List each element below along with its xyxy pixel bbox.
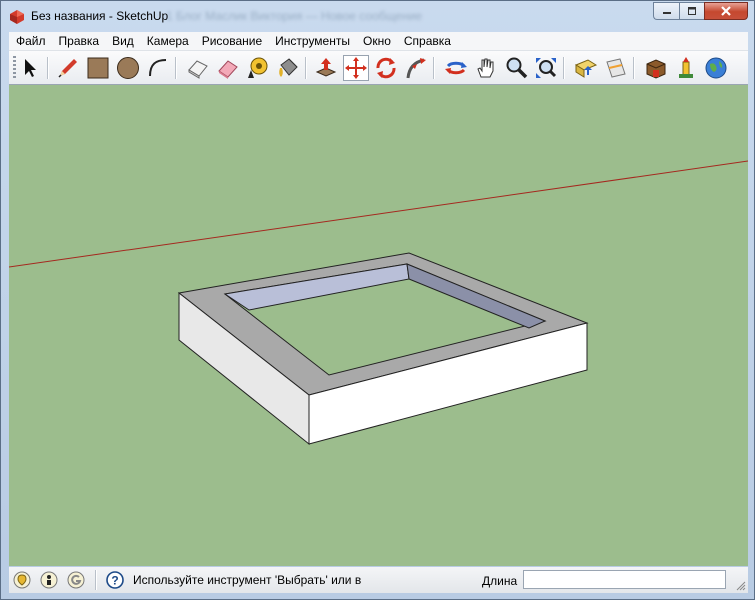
circle-tool-button[interactable] xyxy=(115,55,141,81)
eraser-pink-icon xyxy=(218,60,238,79)
section-plane-icon xyxy=(606,58,626,78)
select-tool-button[interactable] xyxy=(17,55,43,81)
tape-measure-icon xyxy=(248,57,268,78)
eraser-tool-button[interactable] xyxy=(215,55,241,81)
rectangle-tool-button[interactable] xyxy=(85,55,111,81)
svg-text:?: ? xyxy=(111,574,118,588)
orbit-icon xyxy=(445,61,467,75)
geolocation-icon[interactable] xyxy=(13,571,31,589)
rectangle-icon xyxy=(87,57,109,79)
earth-icon xyxy=(705,57,727,79)
rotate-icon xyxy=(376,57,396,79)
google-earth-button[interactable] xyxy=(703,55,729,81)
help-icon[interactable]: ? xyxy=(106,571,124,589)
minimize-icon xyxy=(662,12,671,14)
zoom-tool-button[interactable] xyxy=(503,55,529,81)
pan-tool-button[interactable] xyxy=(473,55,499,81)
section-plane-button[interactable] xyxy=(603,55,629,81)
pencil-line-icon xyxy=(58,59,77,78)
main-toolbar xyxy=(9,51,748,85)
zoom-extents-button[interactable] xyxy=(533,55,559,81)
status-bar: ? Используйте инструмент 'Выбрать' или в… xyxy=(9,567,748,593)
menu-window[interactable]: Окно xyxy=(356,32,397,50)
make-component-button[interactable] xyxy=(185,55,211,81)
rotate-tool-button[interactable] xyxy=(373,55,399,81)
sketchup-window: Без названия - SketchUp 1 Блог Маслик Ви… xyxy=(0,0,755,600)
extension-button[interactable] xyxy=(673,55,699,81)
maximize-icon xyxy=(688,7,696,15)
warehouse-icon xyxy=(646,59,666,79)
extension-icon xyxy=(679,57,693,78)
menu-file[interactable]: Файл xyxy=(9,32,52,50)
menu-view[interactable]: Вид xyxy=(105,32,140,50)
maximize-button[interactable] xyxy=(679,2,704,20)
close-button[interactable] xyxy=(704,2,748,20)
measurements-input[interactable] xyxy=(523,570,726,589)
move-icon xyxy=(345,57,367,79)
credits-icon[interactable] xyxy=(40,571,58,589)
follow-me-button[interactable] xyxy=(403,55,429,81)
paint-bucket-icon xyxy=(279,58,298,77)
title-bar: Без названия - SketchUp 1 Блог Маслик Ви… xyxy=(1,1,754,31)
sketchup-app-icon[interactable] xyxy=(9,9,25,25)
resize-grip-icon[interactable] xyxy=(736,581,746,591)
menu-help[interactable]: Справка xyxy=(397,32,457,50)
measurements-label: Длина xyxy=(482,574,518,588)
window-title: Без названия - SketchUp xyxy=(31,9,169,23)
zoom-icon xyxy=(506,57,528,79)
components-button[interactable] xyxy=(573,55,599,81)
components-icon xyxy=(574,59,598,78)
tape-measure-button[interactable] xyxy=(245,55,271,81)
move-tool-button[interactable] xyxy=(343,55,369,81)
toolbar-grip[interactable] xyxy=(13,56,16,80)
menu-camera[interactable]: Камера xyxy=(140,32,195,50)
close-icon xyxy=(721,6,731,16)
red-axis-line xyxy=(9,160,748,268)
menu-bar: Файл Правка Вид Камера Рисование Инструм… xyxy=(9,32,748,51)
eraser-icon xyxy=(188,60,208,79)
line-tool-button[interactable] xyxy=(55,55,81,81)
select-arrow-icon xyxy=(25,59,36,77)
background-window-title: 1 Блог Маслик Виктория — Новое сообщение xyxy=(166,9,423,23)
pan-hand-icon xyxy=(477,58,494,78)
push-pull-icon xyxy=(315,58,337,77)
menu-tools[interactable]: Инструменты xyxy=(268,32,356,50)
drawing-viewport[interactable] xyxy=(9,85,748,566)
menu-edit[interactable]: Правка xyxy=(52,32,106,50)
zoom-extents-icon xyxy=(536,58,557,78)
follow-me-icon xyxy=(406,58,426,79)
status-hint: Используйте инструмент 'Выбрать' или в xyxy=(133,573,362,587)
arc-tool-button[interactable] xyxy=(145,55,171,81)
push-pull-button[interactable] xyxy=(313,55,339,81)
arc-icon xyxy=(149,59,167,77)
minimize-button[interactable] xyxy=(653,2,679,20)
model-scene xyxy=(9,160,748,446)
google-sign-in-icon[interactable] xyxy=(67,571,85,589)
3d-warehouse-button[interactable] xyxy=(643,55,669,81)
orbit-tool-button[interactable] xyxy=(443,55,469,81)
paint-bucket-button[interactable] xyxy=(275,55,301,81)
circle-icon xyxy=(117,57,139,79)
menu-draw[interactable]: Рисование xyxy=(195,32,268,50)
